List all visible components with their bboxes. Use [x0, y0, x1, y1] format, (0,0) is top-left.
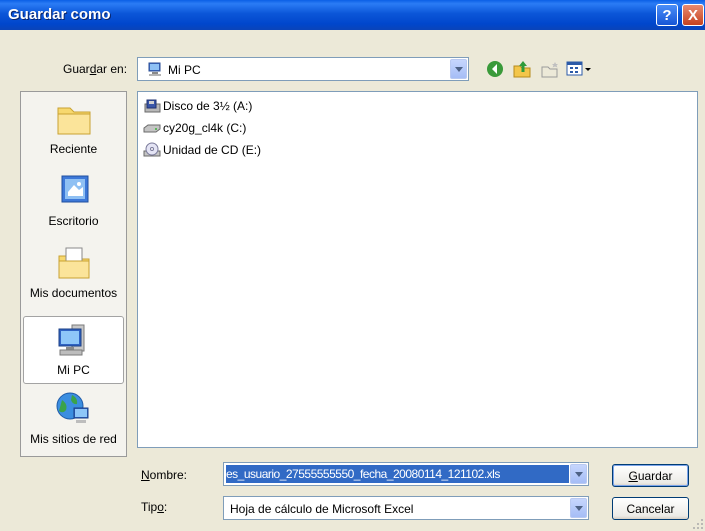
place-my-computer[interactable]: Mi PC [23, 316, 124, 384]
file-type-value: Hoja de cálculo de Microsoft Excel [230, 502, 414, 516]
cd-drive-icon [143, 142, 161, 157]
place-label: Mi PC [57, 363, 90, 377]
file-type-dropdown-button[interactable] [570, 498, 587, 518]
place-label: Mis documentos [29, 286, 118, 300]
recent-folder-icon [57, 107, 90, 135]
location-value: Mi PC [168, 63, 201, 77]
save-button-accel: G [628, 468, 638, 483]
my-computer-icon [58, 324, 84, 356]
file-type-combobox[interactable]: Hoja de cálculo de Microsoft Excel [223, 496, 589, 520]
list-item[interactable]: cy20g_cl4k (C:) [143, 119, 246, 137]
location-dropdown-button[interactable] [450, 59, 467, 79]
cancel-button-label: Cancelar [626, 501, 675, 516]
filename-dropdown-button[interactable] [570, 464, 587, 484]
hard-drive-icon [143, 124, 161, 133]
file-list[interactable]: Disco de 3½ (A:) cy20g_cl4k (C:) Unidad … [137, 91, 698, 448]
save-in-label: Guardar en: [63, 62, 127, 76]
resize-grip-icon[interactable] [692, 518, 704, 530]
list-item[interactable]: Disco de 3½ (A:) [143, 97, 252, 115]
place-desktop[interactable]: Escritorio [23, 172, 124, 238]
file-label: cy20g_cl4k (C:) [163, 121, 247, 135]
type-label-accel: o [157, 500, 164, 514]
place-network[interactable]: Mis sitios de red [23, 390, 124, 456]
desktop-icon [61, 175, 88, 203]
new-folder-icon[interactable] [540, 60, 560, 78]
file-label: Disco de 3½ (A:) [163, 99, 253, 113]
filename-combobox[interactable]: es_usuario_27555555550_fecha_20080114_12… [223, 462, 589, 486]
help-icon: ? [662, 6, 672, 24]
save-in-label-part: ar en: [96, 62, 128, 76]
cancel-button[interactable]: Cancelar [612, 497, 689, 520]
up-folder-icon[interactable] [512, 60, 532, 78]
my-documents-icon [58, 247, 89, 279]
floppy-drive-icon [144, 99, 161, 113]
name-label-accel: N [141, 468, 150, 482]
save-button-label: uardar [637, 468, 673, 483]
title-bar[interactable]: Guardar como ? X [0, 0, 705, 30]
location-combobox[interactable]: Mi PC [137, 57, 469, 81]
place-recent[interactable]: Reciente [23, 100, 124, 166]
network-places-icon [56, 392, 88, 423]
type-label: Tipo: [141, 500, 167, 514]
filename-input[interactable]: es_usuario_27555555550_fecha_20080114_12… [226, 465, 569, 483]
save-in-label-part: Guar [63, 62, 90, 76]
list-item[interactable]: Unidad de CD (E:) [143, 141, 261, 159]
close-icon: X [687, 6, 698, 24]
name-label-part: ombre: [149, 468, 188, 482]
file-label: Unidad de CD (E:) [163, 143, 262, 157]
my-computer-small-icon [148, 62, 161, 76]
save-button[interactable]: Guardar [612, 464, 689, 487]
views-menu-icon[interactable] [566, 60, 594, 78]
place-label: Escritorio [48, 214, 99, 228]
help-button[interactable]: ? [656, 4, 678, 26]
place-label: Reciente [49, 142, 98, 156]
close-button[interactable]: X [682, 4, 704, 26]
name-label: Nombre: [141, 468, 187, 482]
type-label-part: : [163, 500, 168, 514]
back-icon[interactable] [486, 60, 504, 78]
places-bar: Reciente Escritorio Mis documentos Mi PC [20, 91, 127, 457]
type-label-part: Tip [141, 500, 158, 514]
place-my-documents[interactable]: Mis documentos [23, 244, 124, 310]
place-label: Mis sitios de red [30, 432, 117, 446]
window-title: Guardar como [8, 6, 111, 23]
